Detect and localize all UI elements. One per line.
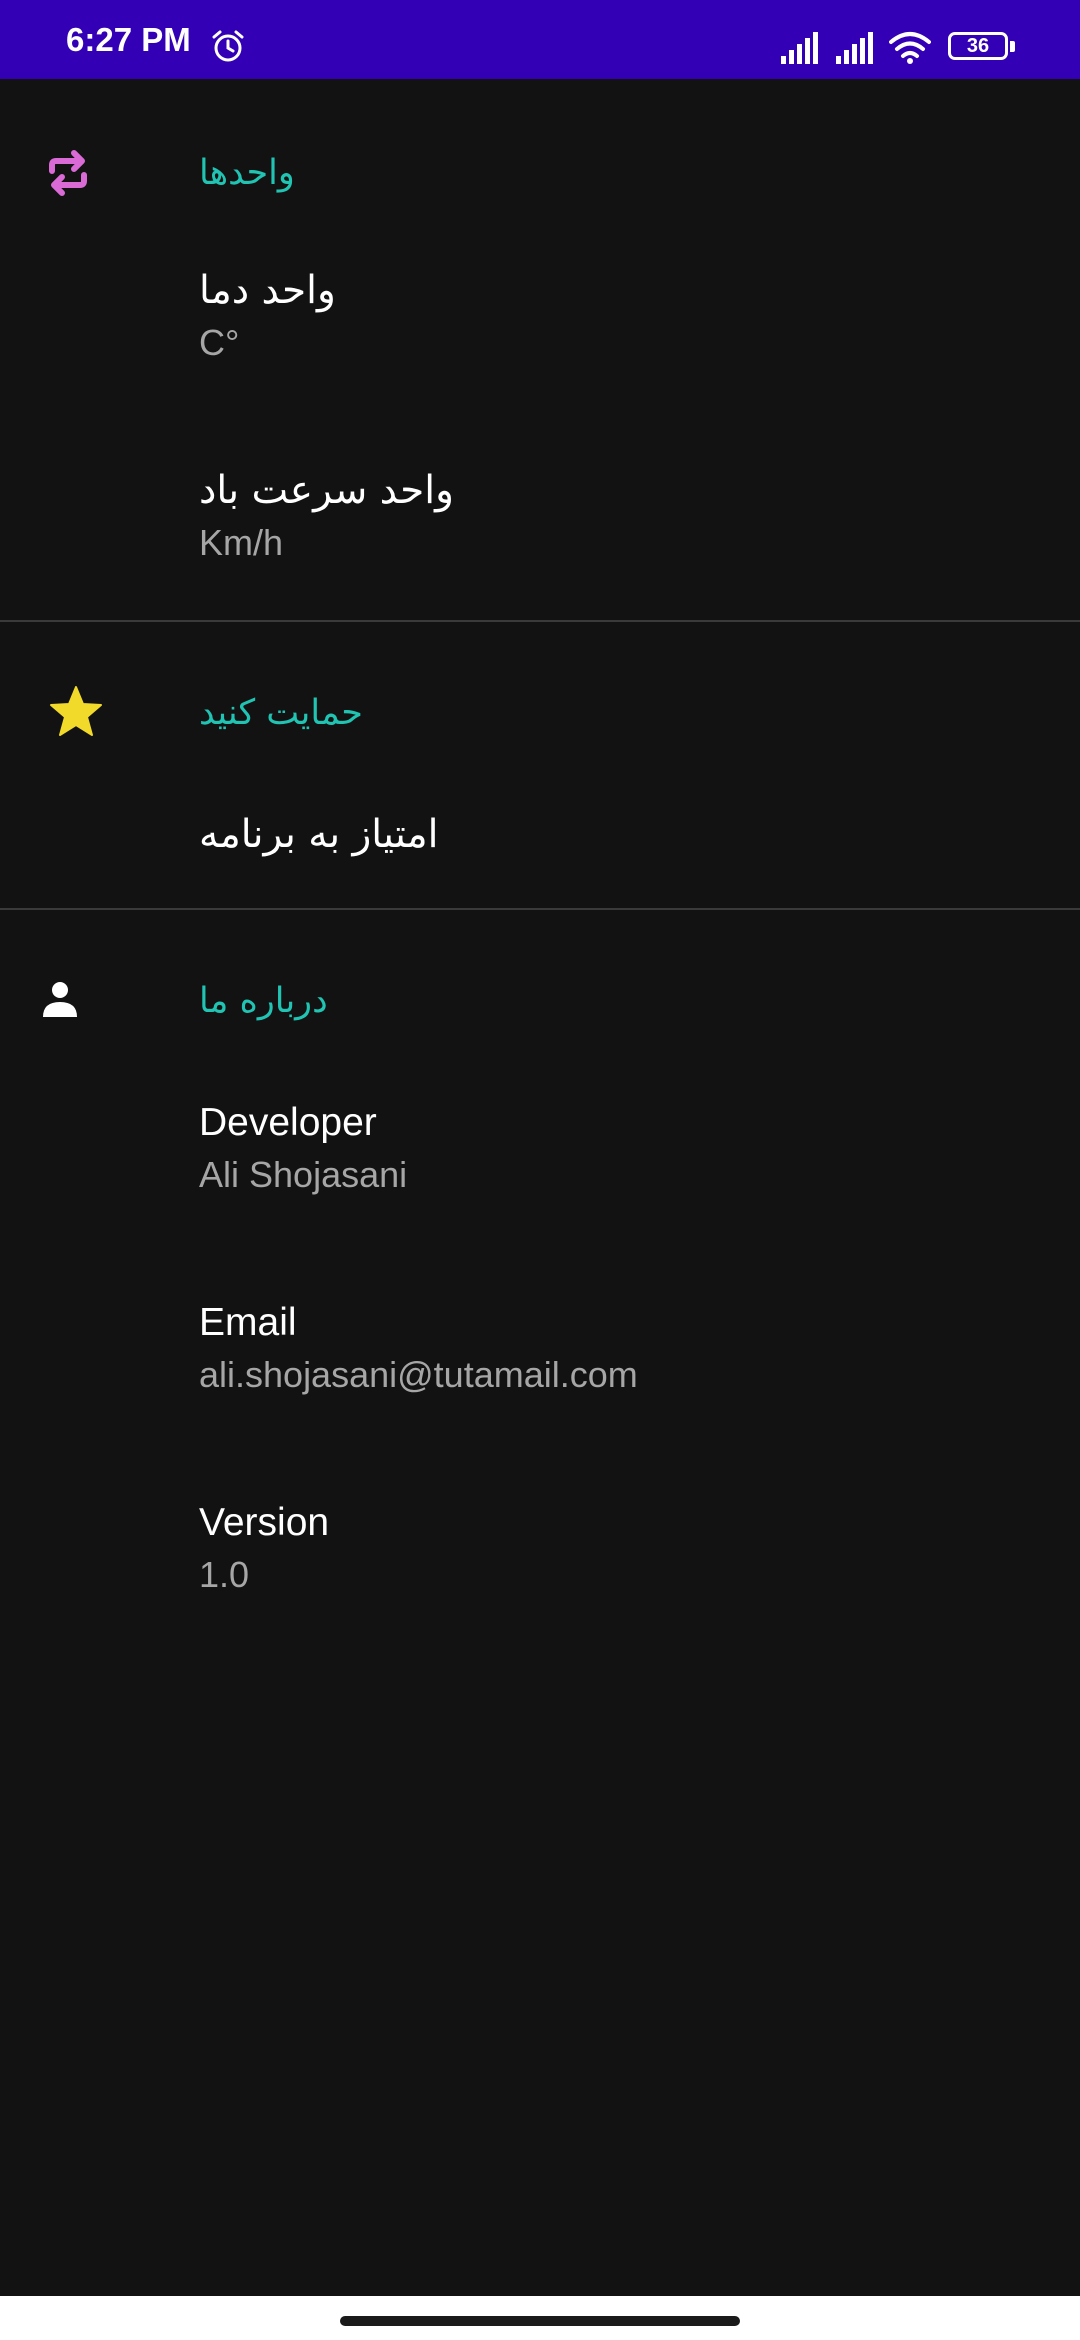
pref-summary: Km/h <box>199 522 284 563</box>
signal-icon <box>836 32 873 64</box>
battery-icon: 36 <box>948 32 1008 60</box>
wifi-icon <box>889 32 931 64</box>
pref-summary: 1.0 <box>199 1554 250 1595</box>
alarm-icon <box>212 30 244 62</box>
pref-summary: ali.shojasani@tutamail.com <box>199 1354 638 1395</box>
battery-tip <box>1010 41 1015 52</box>
pref-title: Email <box>199 1301 297 1344</box>
pref-email[interactable]: Email ali.shojasani@tutamail.com <box>199 1299 638 1397</box>
pref-title: Developer <box>199 1101 377 1144</box>
person-icon <box>43 982 77 1017</box>
pref-title: واحد دما <box>199 268 336 313</box>
home-handle[interactable] <box>340 2316 740 2326</box>
pref-developer[interactable]: Developer Ali Shojasani <box>199 1099 407 1197</box>
divider <box>0 908 1080 910</box>
pref-title: واحد سرعت باد <box>199 468 454 513</box>
status-time: 6:27 PM <box>66 21 191 58</box>
gesture-nav-bar <box>0 2296 1080 2340</box>
pref-summary: C° <box>199 322 240 363</box>
pref-rate-app[interactable]: امتیاز به برنامه <box>199 811 438 859</box>
divider <box>0 620 1080 622</box>
section-header-units: واحدها <box>199 153 295 193</box>
section-header-about: درباره ما <box>199 981 328 1021</box>
status-bar: 6:27 PM 36 <box>0 0 1080 79</box>
star-icon <box>50 686 102 736</box>
pref-version[interactable]: Version 1.0 <box>199 1499 329 1597</box>
repeat-icon <box>49 150 87 196</box>
section-header-support: حمایت کنید <box>199 693 363 733</box>
battery-level: 36 <box>966 35 990 57</box>
pref-summary: Ali Shojasani <box>199 1154 408 1195</box>
signal-icon <box>781 32 818 64</box>
pref-title: امتیاز به برنامه <box>199 812 439 857</box>
pref-wind-speed-unit[interactable]: واحد سرعت باد Km/h <box>199 467 454 565</box>
pref-temperature-unit[interactable]: واحد دما C° <box>199 267 336 365</box>
pref-title: Version <box>199 1501 330 1544</box>
